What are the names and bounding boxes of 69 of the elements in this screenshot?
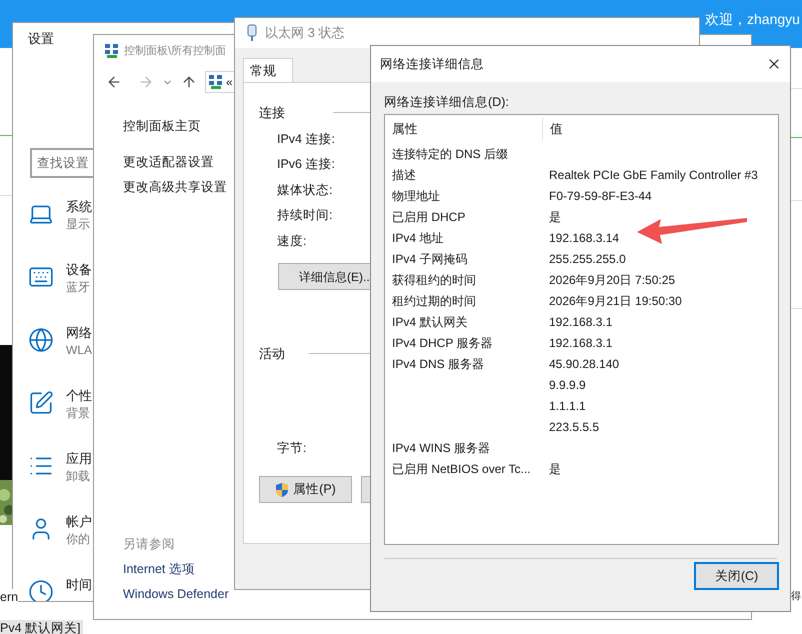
value-cell-text: 192.168.3.1 bbox=[549, 334, 612, 352]
globe-icon[interactable] bbox=[28, 327, 54, 353]
clock-icon[interactable] bbox=[28, 579, 54, 601]
value-cell-text: 45.90.28.140 bbox=[549, 356, 620, 372]
settings-item-subtitle: 你的 bbox=[66, 531, 91, 547]
settings-item-subtitle: WLA bbox=[66, 342, 92, 358]
settings-item-title[interactable]: 应用 bbox=[66, 450, 92, 468]
settings-item-subtitle: 背景 bbox=[66, 405, 91, 421]
ethernet-icon bbox=[247, 24, 257, 42]
page-text: ern bbox=[0, 589, 18, 605]
tab[interactable]: 常规 bbox=[243, 58, 293, 82]
property-cell-text: IPv4 WINS 服务器 bbox=[392, 440, 490, 456]
dialog-title: 网络连接详细信息 bbox=[380, 56, 484, 73]
settings-item-subtitle: 显示 bbox=[66, 216, 91, 232]
window-title: 设置 bbox=[28, 30, 54, 48]
property-cell-text: IPv4 DHCP 服务器 bbox=[392, 334, 492, 352]
field-label: 速度: bbox=[277, 232, 306, 250]
value-cell-text: 2026年9月20日 7:50:25 bbox=[549, 272, 676, 288]
value-cell-text: 1.1.1.1 bbox=[549, 398, 586, 414]
settings-item-title[interactable]: 个性 bbox=[66, 387, 92, 405]
column-header[interactable]: 属性 bbox=[385, 117, 543, 141]
property-cell-text: 连接特定的 DNS 后缀 bbox=[392, 146, 508, 162]
value-cell-text: 255.255.255.0 bbox=[549, 250, 626, 268]
value-cell-text: 9.9.9.9 bbox=[549, 376, 586, 394]
property-cell-text: IPv4 地址 bbox=[392, 230, 444, 246]
column-header[interactable]: 值 bbox=[543, 117, 778, 141]
value-cell-text: F0-79-59-8F-E3-44 bbox=[549, 188, 652, 204]
value-cell-text: 192.168.3.1 bbox=[549, 314, 612, 330]
settings-item-subtitle: 蓝牙 bbox=[66, 279, 91, 295]
field-label: IPv6 连接: bbox=[277, 156, 335, 173]
list-label: 网络连接详细信息(D): bbox=[383, 94, 510, 110]
properties-button[interactable]: 属性(P) bbox=[259, 476, 352, 503]
group-heading: 活动 bbox=[259, 345, 285, 363]
property-cell-text: 已启用 DHCP bbox=[392, 208, 466, 226]
property-cell-text: IPv4 默认网关 bbox=[392, 314, 468, 330]
settings-item-title[interactable]: 网络 bbox=[66, 324, 92, 342]
property-cell-text: IPv4 DNS 服务器 bbox=[392, 356, 484, 372]
field-label: IPv4 连接: bbox=[277, 130, 335, 148]
close-button[interactable]: 关闭(C) bbox=[694, 562, 779, 590]
value-cell-text: 192.168.3.14 bbox=[549, 230, 620, 246]
greeting-text: 欢迎，zhangyu bbox=[705, 10, 800, 29]
value-cell-text: Realtek PCIe GbE Family Controller #3 bbox=[549, 166, 758, 184]
page-text: 得 bbox=[791, 590, 801, 604]
field-label: 字节: bbox=[277, 440, 306, 454]
value-cell-text: 是 bbox=[549, 460, 561, 478]
control-panel-icon bbox=[104, 43, 120, 59]
field-label: 持续时间: bbox=[277, 207, 332, 224]
group-heading: 连接 bbox=[259, 104, 285, 122]
window-title: 控制面板\所有控制面 bbox=[124, 44, 226, 59]
property-cell-text: 租约过期的时间 bbox=[392, 292, 476, 310]
window-title: 以太网 3 状态 bbox=[265, 24, 344, 42]
value-cell-text: 223.5.5.5 bbox=[549, 418, 600, 436]
field-label: 媒体状态: bbox=[277, 182, 332, 198]
value-cell-text: 是 bbox=[549, 208, 561, 226]
shield-icon bbox=[275, 482, 290, 498]
property-cell-text: 已启用 NetBIOS over Tc... bbox=[392, 460, 530, 478]
settings-item-title[interactable]: 帐户 bbox=[66, 513, 92, 531]
settings-item-title[interactable]: 设备 bbox=[66, 261, 92, 279]
property-cell-text: 物理地址 bbox=[392, 188, 440, 204]
settings-item-title[interactable]: 系统 bbox=[66, 198, 92, 216]
settings-item-subtitle: 卸载 bbox=[66, 468, 91, 484]
control-panel-icon bbox=[208, 74, 224, 90]
value-cell-text: 2026年9月21日 19:50:30 bbox=[549, 292, 682, 310]
section-heading: 另请参阅 bbox=[123, 536, 176, 553]
property-cell-text: 描述 bbox=[392, 166, 416, 184]
pen-icon[interactable] bbox=[28, 390, 54, 416]
back-icon[interactable] bbox=[106, 74, 122, 90]
settings-item-title[interactable]: 时间 bbox=[66, 576, 92, 594]
up-icon[interactable] bbox=[181, 74, 197, 90]
